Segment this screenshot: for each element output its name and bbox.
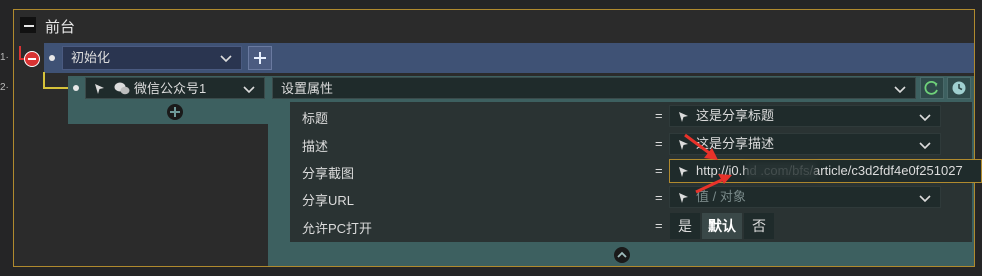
collapse-properties-button[interactable] — [614, 247, 630, 263]
stop-icon[interactable] — [24, 51, 40, 67]
set-property-select[interactable]: 设置属性 — [272, 77, 916, 99]
line-number-2: 2· — [0, 82, 9, 93]
equals-sign: = — [655, 108, 663, 123]
chevron-down-icon — [894, 86, 906, 94]
init-select[interactable]: 初始化 — [62, 46, 242, 70]
allow-pc-no[interactable]: 否 — [744, 213, 774, 239]
title-value-select[interactable]: 这是分享标题 — [669, 105, 941, 127]
equals-sign: = — [655, 190, 663, 205]
timer-button[interactable] — [947, 77, 971, 99]
collapse-section-button[interactable] — [20, 17, 36, 33]
equals-sign: = — [655, 136, 663, 151]
chevron-down-icon — [919, 195, 931, 203]
wechat-icon — [114, 82, 130, 95]
line-number-1: 1· — [0, 52, 9, 63]
chevron-down-icon — [919, 114, 931, 122]
chevron-down-icon — [919, 142, 931, 150]
link-connector — [43, 72, 45, 88]
property-label-share-url: 分享URL — [302, 193, 355, 208]
annotation-arrow-icon — [684, 133, 718, 160]
chevron-up-icon — [617, 251, 627, 258]
dot-icon — [73, 85, 79, 91]
dot-icon — [49, 55, 55, 61]
property-label-description: 描述 — [302, 139, 329, 154]
title-value: 这是分享标题 — [696, 108, 775, 123]
wechat-select[interactable]: 微信公众号1 — [85, 77, 265, 99]
property-label-allow-pc: 允许PC打开 — [302, 221, 373, 236]
blur-mask — [746, 163, 816, 179]
link-connector-h — [43, 87, 69, 89]
add-action-button[interactable] — [248, 46, 272, 70]
init-label: 初始化 — [71, 50, 111, 65]
clock-icon — [952, 81, 966, 95]
cursor-arrow-icon — [95, 84, 104, 94]
annotation-arrow-icon — [695, 174, 732, 194]
add-circle-icon[interactable] — [167, 104, 183, 120]
wechat-label: 微信公众号1 — [134, 81, 207, 96]
refresh-button[interactable] — [920, 77, 944, 99]
allow-pc-default[interactable]: 默认 — [702, 213, 742, 239]
chevron-down-icon — [220, 55, 232, 63]
cursor-arrow-icon — [679, 112, 688, 122]
chevron-down-icon — [243, 86, 255, 94]
set-property-label: 设置属性 — [281, 81, 334, 96]
section-title: 前台 — [45, 19, 76, 36]
property-label-share-image: 分享截图 — [302, 166, 355, 181]
refresh-icon — [924, 80, 938, 95]
equals-sign: = — [655, 163, 663, 178]
allow-pc-yes[interactable]: 是 — [670, 213, 700, 239]
equals-sign: = — [655, 218, 663, 233]
property-label-title: 标题 — [302, 111, 329, 126]
